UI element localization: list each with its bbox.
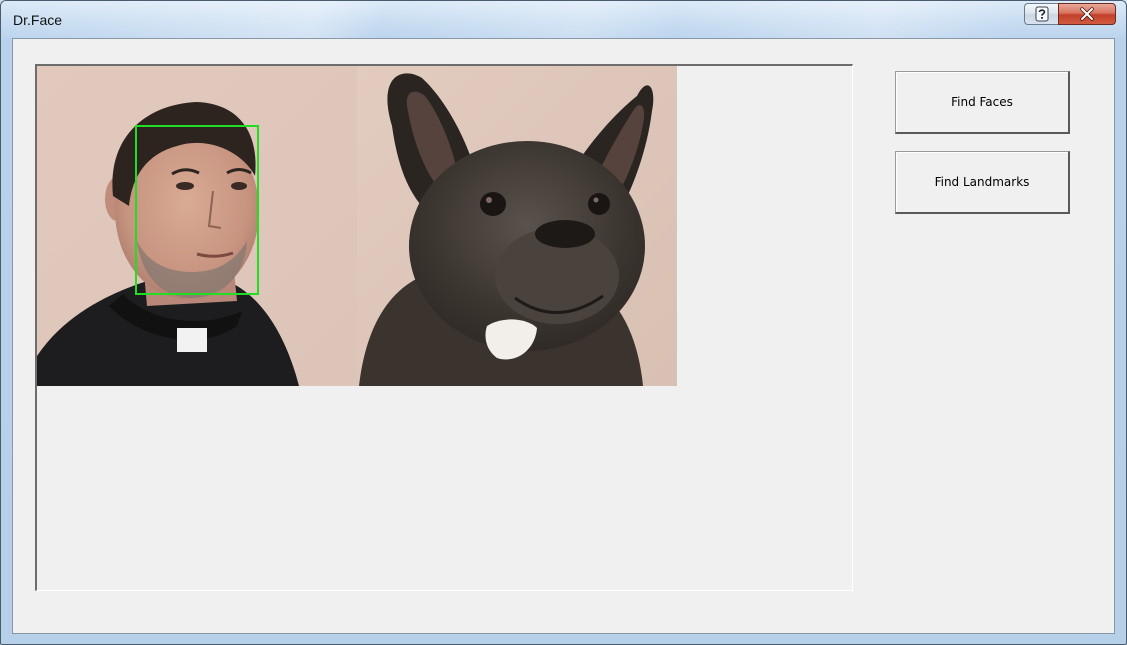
loaded-photo	[37, 66, 677, 386]
help-icon	[1035, 6, 1048, 22]
dog-panel	[357, 66, 677, 386]
help-button[interactable]	[1024, 3, 1058, 25]
caption-buttons	[1024, 3, 1116, 25]
window-title: Dr.Face	[13, 12, 63, 28]
dialog-client-area: Find Faces Find Landmarks	[12, 38, 1115, 634]
app-window: Dr.Face Find Faces Find Landmarks	[0, 0, 1127, 645]
man-panel	[37, 66, 357, 386]
find-faces-button[interactable]: Find Faces	[895, 71, 1070, 134]
close-button[interactable]	[1058, 3, 1116, 25]
title-bar[interactable]: Dr.Face	[1, 1, 1126, 38]
close-icon	[1080, 7, 1094, 21]
find-landmarks-button[interactable]: Find Landmarks	[895, 151, 1070, 214]
image-viewer	[35, 64, 853, 591]
